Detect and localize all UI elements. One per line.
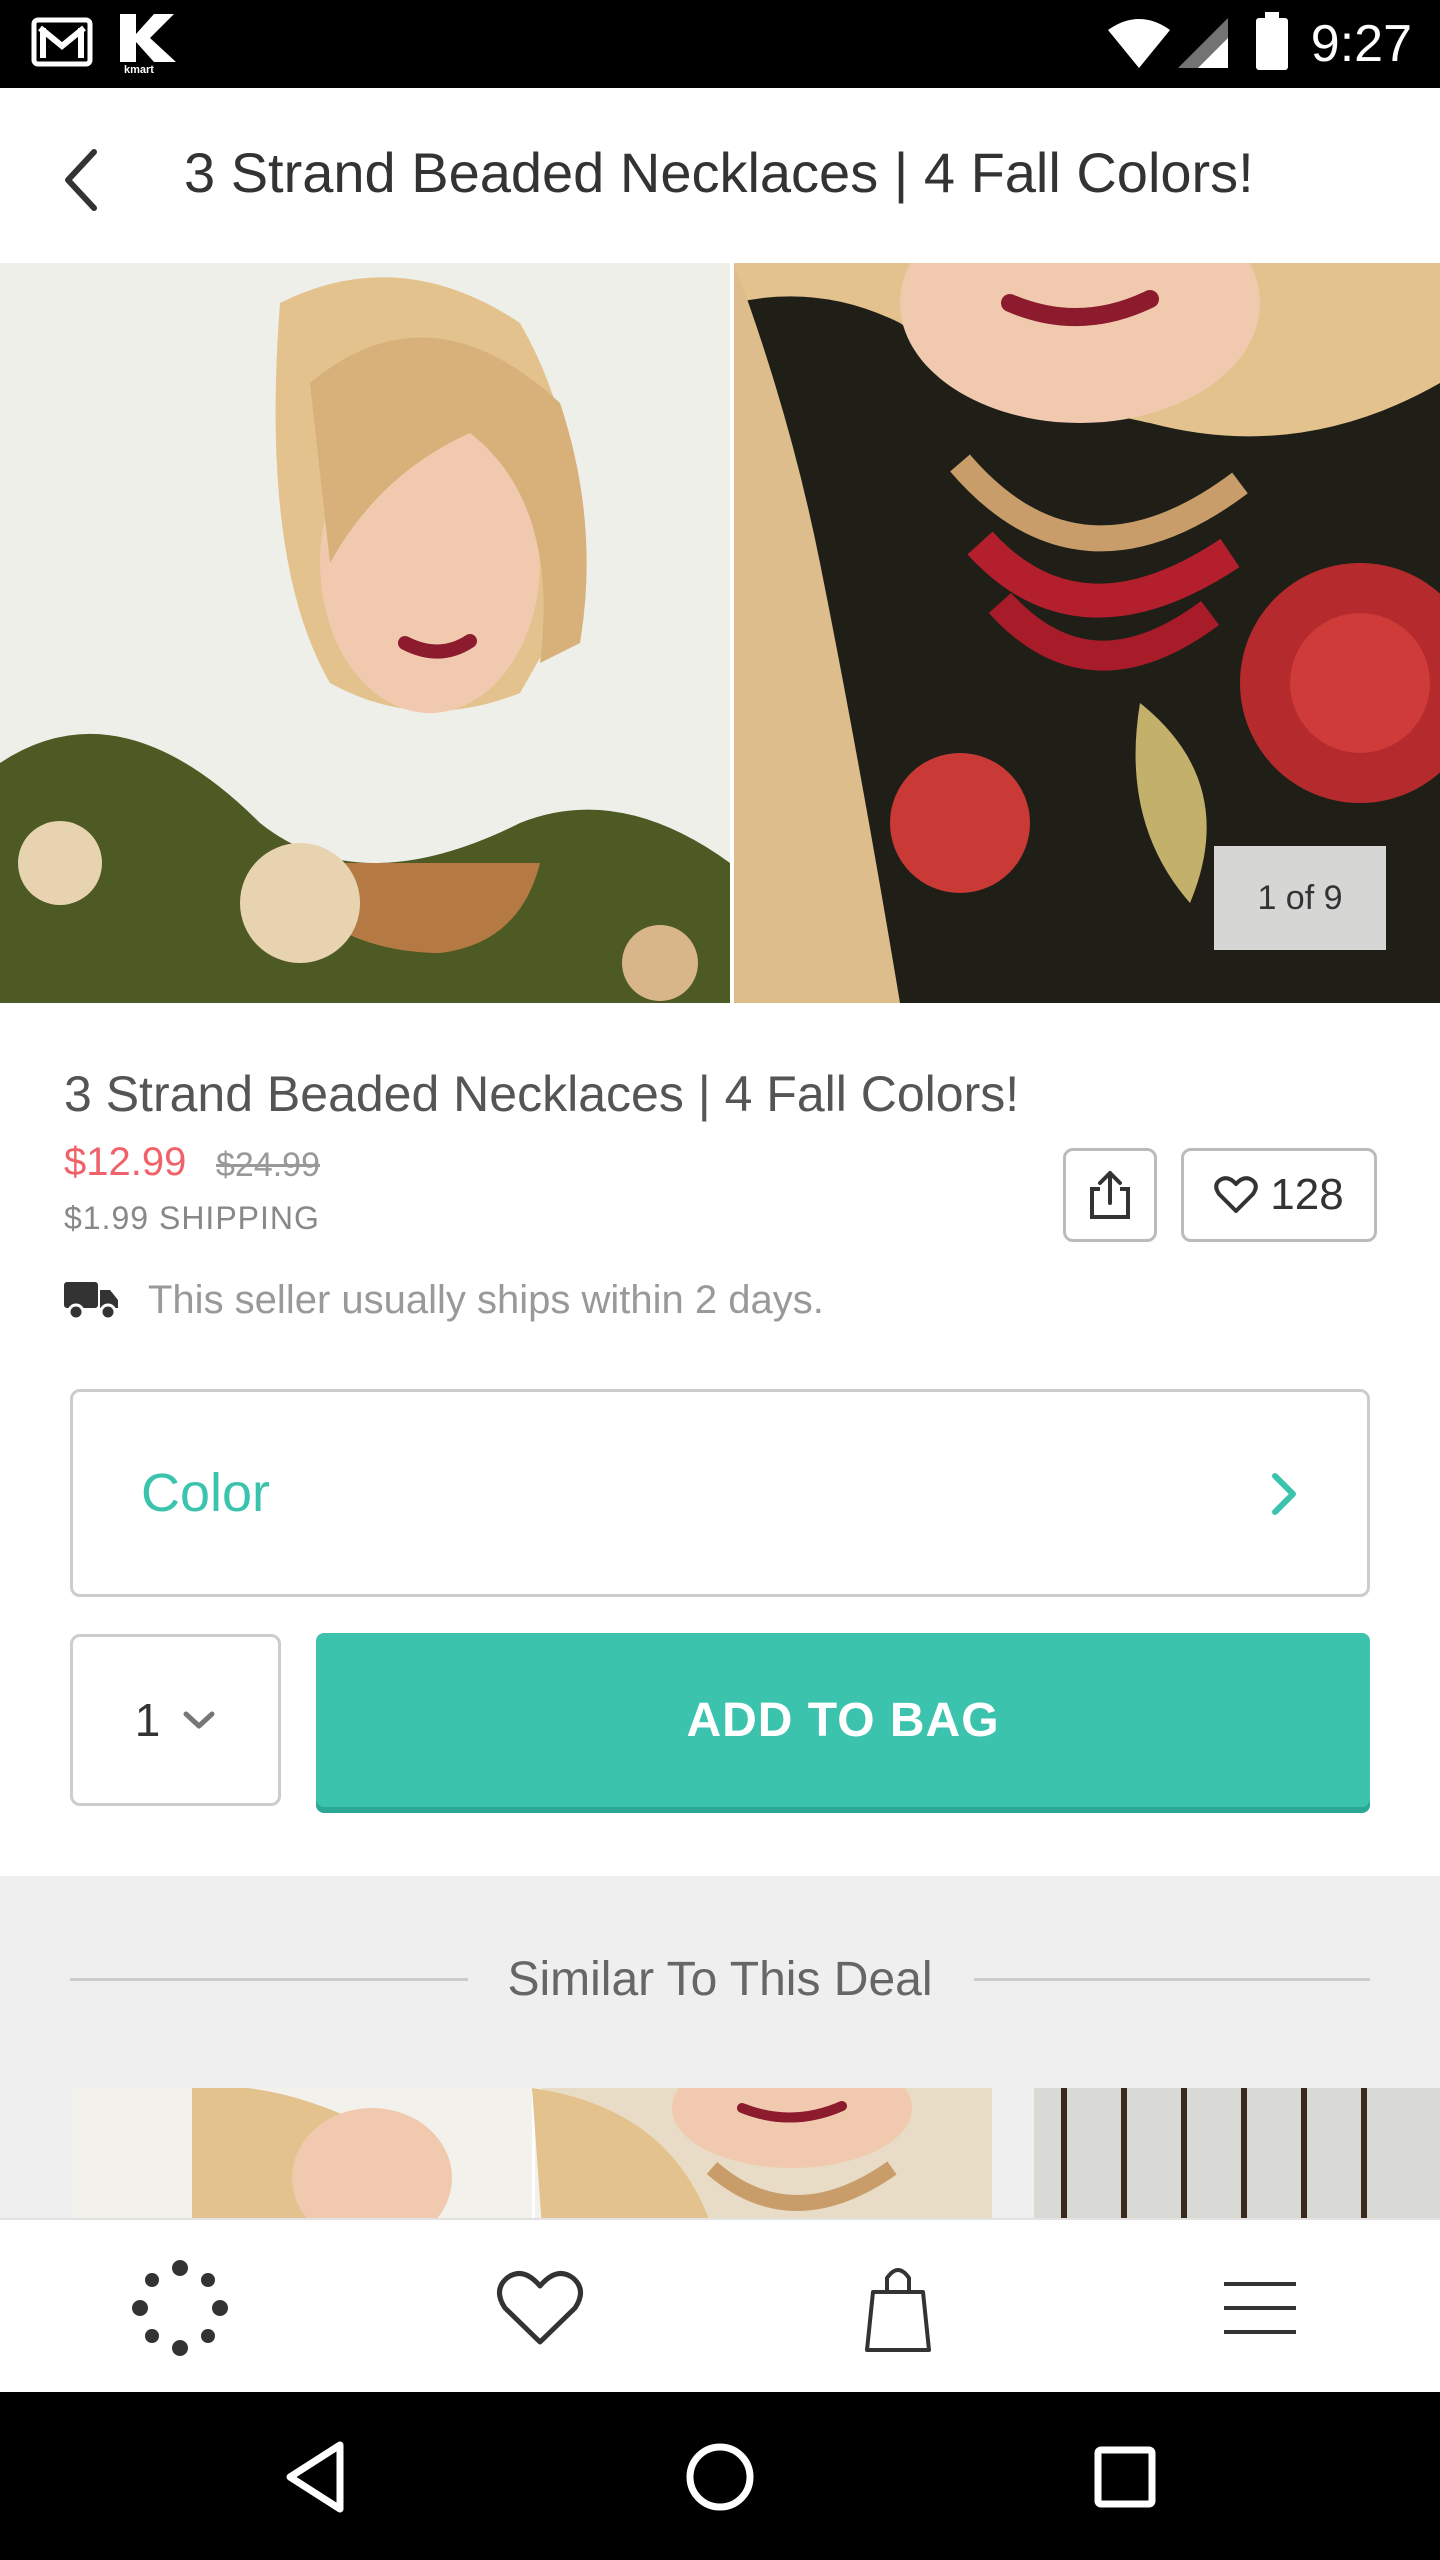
favorite-button[interactable]: 128	[1181, 1148, 1377, 1242]
favorites-icon	[497, 2271, 583, 2345]
clock: 9:27	[1310, 15, 1412, 73]
app-bar: 3 Strand Beaded Necklaces | 4 Fall Color…	[0, 88, 1440, 263]
similar-item-card[interactable]	[1034, 2088, 1440, 2218]
system-back-button[interactable]	[270, 2432, 360, 2522]
signal-icon	[1178, 18, 1228, 68]
back-arrow-icon	[65, 149, 97, 211]
favorites-count: 128	[1270, 1170, 1344, 1219]
similar-item-card[interactable]	[72, 2088, 992, 2218]
nav-discover[interactable]	[130, 2258, 230, 2358]
product-image-gallery[interactable]: 1 of 9	[0, 263, 1440, 1003]
share-button[interactable]	[1063, 1148, 1157, 1242]
product-title: 3 Strand Beaded Necklaces | 4 Fall Color…	[64, 1066, 1020, 1122]
bottom-navigation	[0, 2218, 1440, 2392]
bag-icon	[865, 2268, 931, 2352]
shipping-cost: $1.99 SHIPPING	[64, 1200, 320, 1236]
back-button[interactable]	[44, 140, 124, 220]
heart-icon	[1214, 1176, 1259, 1213]
kmart-label: kmart	[124, 64, 154, 74]
truck-icon	[64, 1282, 118, 1321]
circle-home-icon	[686, 2443, 754, 2511]
similar-section: Similar To This Deal	[0, 1876, 1440, 2218]
page-title: 3 Strand Beaded Necklaces | 4 Fall Color…	[184, 141, 1254, 204]
battery-icon	[1256, 12, 1288, 70]
square-recents-icon	[1094, 2446, 1156, 2508]
color-label: Color	[141, 1463, 271, 1523]
divider-right	[974, 1978, 1370, 1981]
share-icon	[1090, 1171, 1130, 1219]
gmail-icon	[31, 17, 93, 67]
nav-bag[interactable]	[848, 2258, 948, 2358]
nav-menu[interactable]	[1210, 2258, 1310, 2358]
quantity-value: 1	[134, 1694, 161, 1746]
wifi-icon	[1108, 19, 1170, 68]
status-bar: kmart 9:27	[0, 0, 1440, 88]
system-home-button[interactable]	[675, 2432, 765, 2522]
original-price: $24.99	[216, 1146, 320, 1184]
ships-note-text: This seller usually ships within 2 days.	[148, 1277, 824, 1322]
quantity-select[interactable]: 1	[70, 1634, 281, 1806]
chevron-right-icon	[1272, 1473, 1296, 1515]
sale-price: $12.99	[64, 1140, 187, 1184]
chevron-down-icon	[183, 1711, 215, 1729]
discover-icon	[132, 2260, 228, 2356]
system-navigation-bar	[0, 2392, 1440, 2560]
nav-favorites[interactable]	[490, 2258, 590, 2358]
similar-item-image	[72, 2088, 992, 2218]
image-counter: 1 of 9	[1214, 846, 1386, 950]
color-selector[interactable]: Color	[70, 1389, 1370, 1597]
system-recents-button[interactable]	[1080, 2432, 1170, 2522]
similar-item-image	[1034, 2088, 1440, 2218]
menu-icon	[1224, 2282, 1296, 2334]
shipping-note: This seller usually ships within 2 days.	[64, 1272, 824, 1328]
triangle-back-icon	[286, 2441, 344, 2513]
kmart-icon: kmart	[120, 14, 176, 74]
add-to-bag-button[interactable]: ADD TO BAG	[316, 1633, 1370, 1807]
